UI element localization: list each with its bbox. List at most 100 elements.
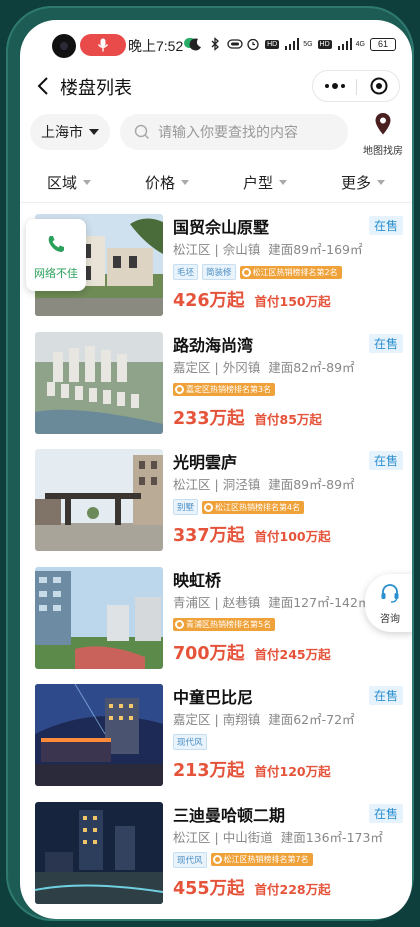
recording-indicator [80, 34, 126, 56]
listing-info: 国贸佘山原墅 在售 松江区 | 佘山镇 建面89㎡-169㎡ 毛坯 简装修 松江区… [173, 214, 403, 312]
map-search-button[interactable]: 地图找房 [360, 112, 406, 157]
medal-icon [204, 502, 214, 512]
caret-down-icon [181, 179, 189, 185]
tag-row: 现代风 [173, 733, 403, 751]
filter-more[interactable]: 更多 [314, 164, 412, 200]
dot [340, 84, 345, 88]
status-badge: 在售 [368, 451, 403, 470]
tag: 简装修 [202, 264, 236, 280]
down-payment: 首付100万起 [254, 529, 331, 544]
rank-text: 嘉定区热销榜排名第3名 [186, 385, 272, 394]
down-payment: 首付120万起 [254, 764, 331, 779]
filter-region[interactable]: 区域 [20, 164, 118, 200]
filter-layout[interactable]: 户型 [216, 164, 314, 200]
filter-label: 户型 [242, 173, 273, 192]
phone-frame: 晚上7:52 HD 5G HD 4G 61 楼盘列表 上海市 请输入你要查找的内… [6, 6, 414, 921]
listing-image [35, 801, 163, 904]
filter-bar: 区域 价格 户型 更多 [20, 164, 412, 200]
listing-card[interactable]: 三迪曼哈顿二期 在售 松江区 | 中山街道 建面136㎡-173㎡ 现代风 松江区… [20, 798, 412, 916]
tag-row: 别墅 松江区热销榜排名第4名 [173, 498, 403, 516]
caret-down-icon [89, 129, 99, 135]
target-icon [370, 77, 387, 95]
consult-label: 咨询 [380, 614, 400, 625]
price-row: 700万起 首付245万起 [173, 640, 403, 665]
map-pin-icon [375, 113, 391, 135]
price: 700万起 [173, 643, 245, 664]
tag: 别墅 [173, 499, 199, 515]
search-input[interactable]: 请输入你要查找的内容 [120, 114, 348, 150]
floor-area: 建面89㎡-169㎡ [268, 242, 363, 257]
signal-5g-icon [284, 37, 300, 51]
medal-icon [175, 385, 184, 394]
bluetooth-icon [208, 37, 222, 51]
filter-price[interactable]: 价格 [118, 164, 216, 200]
battery-icon: 61 [370, 37, 396, 51]
down-payment: 首付85万起 [254, 411, 322, 427]
search-row: 上海市 请输入你要查找的内容 地图找房 [20, 108, 412, 158]
town: 南翔镇 [222, 712, 261, 727]
listing-address: 松江区 | 洞泾镇 建面89㎡-89㎡ [173, 477, 355, 492]
price-row: 233万起 首付85万起 [173, 405, 403, 430]
floor-area: 建面89㎡-89㎡ [268, 477, 355, 492]
filter-label: 更多 [340, 173, 371, 192]
back-button[interactable] [32, 72, 56, 100]
phone-icon [48, 236, 64, 252]
price-row: 426万起 首付150万起 [173, 287, 403, 312]
down-payment: 首付245万起 [254, 646, 331, 662]
nav-header: 楼盘列表 [20, 64, 412, 108]
network-5g-label: 5G [303, 40, 313, 48]
medal-icon [212, 855, 222, 864]
listing-info: 中童巴比尼 在售 嘉定区 | 南翔镇 建面62㎡-72㎡ 现代风 213万起 首付… [173, 684, 403, 782]
hd-badge: HD [265, 39, 280, 49]
listing-address: 嘉定区 | 南翔镇 建面62㎡-72㎡ [173, 712, 355, 727]
medal-icon [175, 620, 184, 629]
moon-icon [189, 37, 203, 51]
district: 松江区 [173, 829, 211, 845]
caret-down-icon [377, 179, 385, 185]
listing-card[interactable]: 路劲海尚湾 在售 嘉定区 | 外冈镇 建面82㎡-89㎡ 嘉定区热销榜排名第3名 … [20, 328, 412, 446]
chevron-left-icon [37, 77, 48, 95]
listing-card[interactable]: 映虹桥 青浦区 | 赵巷镇 建面127㎡-142㎡ 青浦区热销榜排名第5名 700… [20, 563, 412, 681]
city-label: 上海市 [41, 125, 83, 141]
district: 青浦区 [173, 594, 211, 610]
listing-info: 光明雲庐 在售 松江区 | 洞泾镇 建面89㎡-89㎡ 别墅 松江区热销榜排名第4… [173, 449, 403, 547]
price-row: 337万起 首付100万起 [173, 522, 403, 547]
clock: 晚上7:52 [128, 38, 184, 54]
rank-text: 青浦区热销榜排名第5名 [186, 620, 272, 629]
miniprogram-capsule [312, 70, 400, 102]
listing-image [35, 566, 163, 669]
down-payment: 首付150万起 [254, 294, 331, 309]
close-miniprogram-button[interactable] [357, 71, 400, 101]
consult-button[interactable]: 咨询 [365, 574, 412, 632]
city-selector[interactable]: 上海市 [30, 114, 110, 150]
network-status-card[interactable]: 网络不佳 [26, 219, 86, 291]
network-4g-label: 4G [355, 40, 365, 48]
rank-text: 松江区热销榜排名第7名 [223, 855, 309, 864]
listing-image [35, 684, 163, 786]
town: 中山街道 [222, 829, 273, 845]
listing-address: 松江区 | 佘山镇 建面89㎡-169㎡ [173, 242, 363, 257]
search-placeholder: 请输入你要查找的内容 [158, 125, 298, 141]
rank-badge: 青浦区热销榜排名第5名 [173, 618, 276, 631]
price-row: 213万起 首付120万起 [173, 757, 403, 782]
status-icons: HD 5G HD 4G 61 [189, 34, 396, 54]
listing-card[interactable]: 光明雲庐 在售 松江区 | 洞泾镇 建面89㎡-89㎡ 别墅 松江区热销榜排名第4… [20, 445, 412, 563]
listing-image [35, 331, 163, 434]
price-row: 455万起 首付228万起 [173, 875, 403, 900]
tag: 现代风 [173, 851, 207, 868]
status-badge: 在售 [368, 686, 403, 705]
rank-badge: 松江区热销榜排名第4名 [202, 500, 305, 514]
medal-icon [241, 267, 251, 277]
tag-row: 现代风 松江区热销榜排名第7名 [173, 851, 403, 869]
status-badge: 在售 [368, 803, 403, 823]
caret-down-icon [279, 179, 287, 185]
more-button[interactable] [313, 71, 356, 101]
tag-row: 嘉定区热销榜排名第3名 [173, 381, 403, 399]
caret-down-icon [83, 179, 91, 185]
rank-text: 松江区热销榜排名第2名 [252, 267, 338, 277]
district: 松江区 [173, 477, 211, 492]
town: 赵巷镇 [222, 594, 261, 610]
price: 233万起 [173, 408, 245, 429]
listing-info: 三迪曼哈顿二期 在售 松江区 | 中山街道 建面136㎡-173㎡ 现代风 松江区… [173, 802, 403, 900]
listing-card[interactable]: 中童巴比尼 在售 嘉定区 | 南翔镇 建面62㎡-72㎡ 现代风 213万起 首付… [20, 680, 412, 798]
